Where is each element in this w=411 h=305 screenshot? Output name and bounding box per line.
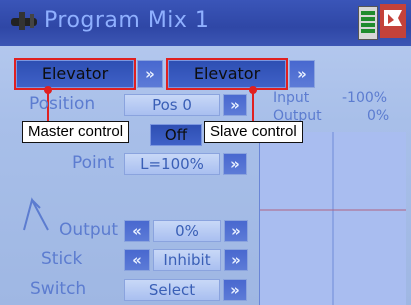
master-leader-dot bbox=[44, 86, 52, 94]
position-next-button[interactable]: » bbox=[223, 94, 247, 116]
input-value: -100% bbox=[342, 90, 388, 106]
stick-value: Inhibit bbox=[163, 251, 211, 269]
position-select-button[interactable]: Pos 0 bbox=[124, 94, 220, 116]
master-control-callout: Master control bbox=[22, 121, 130, 143]
output-prev-button[interactable]: « bbox=[124, 220, 150, 242]
master-next-button[interactable]: » bbox=[137, 60, 163, 88]
point-label: Point bbox=[72, 153, 115, 173]
master-highlight-box bbox=[14, 58, 136, 90]
output-value: 0% bbox=[175, 222, 199, 240]
next-arrow-icon: » bbox=[231, 222, 241, 240]
next-arrow-icon: » bbox=[231, 251, 241, 269]
switch-label: Switch bbox=[30, 279, 87, 299]
mix-curve-svg bbox=[260, 132, 406, 305]
stick-label: Stick bbox=[41, 249, 83, 269]
next-arrow-icon: » bbox=[230, 155, 240, 173]
title-bar: Program Mix 1 bbox=[0, 0, 411, 46]
switch-next-button[interactable]: » bbox=[223, 279, 247, 301]
mix-curve-graph bbox=[259, 132, 406, 305]
battery-icon bbox=[358, 6, 378, 40]
switch-value: Select bbox=[148, 281, 196, 299]
next-arrow-icon: » bbox=[230, 281, 240, 299]
output-readout-value: 0% bbox=[367, 108, 390, 124]
switch-select-button[interactable]: Select bbox=[124, 279, 220, 301]
next-arrow-icon: » bbox=[145, 65, 155, 83]
prev-arrow-icon: « bbox=[132, 222, 142, 240]
point-next-button[interactable]: » bbox=[223, 153, 247, 175]
output-label: Output bbox=[59, 220, 119, 240]
slave-highlight-box bbox=[166, 58, 288, 90]
position-value: Pos 0 bbox=[152, 96, 192, 114]
prev-arrow-icon: « bbox=[132, 251, 142, 269]
stick-prev-button[interactable]: « bbox=[124, 249, 150, 271]
output-value-field[interactable]: 0% bbox=[153, 220, 221, 242]
slave-leader-dot bbox=[249, 86, 257, 94]
next-arrow-icon: » bbox=[230, 96, 240, 114]
slave-next-button[interactable]: » bbox=[289, 60, 315, 88]
slave-control-callout: Slave control bbox=[204, 121, 303, 143]
point-value: L=100% bbox=[140, 155, 204, 173]
antenna-icon bbox=[23, 197, 49, 231]
radio-screen: Program Mix 1 Elevator » Elevator » Posi… bbox=[0, 0, 411, 305]
airplane-icon bbox=[11, 12, 37, 30]
offset-select-button[interactable]: Off bbox=[150, 124, 202, 146]
stick-next-button[interactable]: » bbox=[224, 249, 248, 271]
offset-value: Off bbox=[164, 126, 188, 144]
next-arrow-icon: » bbox=[297, 65, 307, 83]
point-select-button[interactable]: L=100% bbox=[124, 153, 220, 175]
slave-leader-line bbox=[252, 90, 254, 122]
output-next-button[interactable]: » bbox=[224, 220, 248, 242]
screen-title: Program Mix 1 bbox=[44, 8, 210, 33]
input-label: Input bbox=[273, 90, 310, 106]
flag-icon[interactable] bbox=[380, 4, 406, 38]
stick-value-field[interactable]: Inhibit bbox=[153, 249, 221, 271]
position-label: Position bbox=[29, 94, 96, 114]
